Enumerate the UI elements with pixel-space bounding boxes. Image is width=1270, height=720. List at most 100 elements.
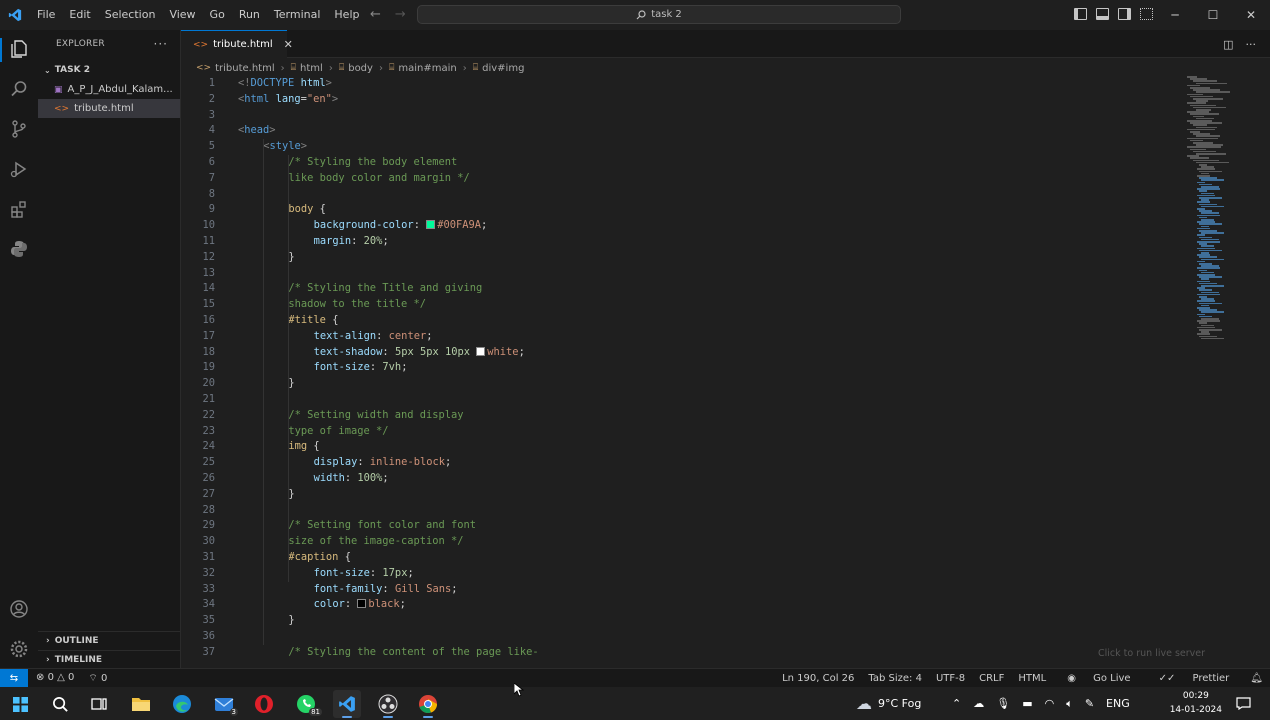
go-live-button[interactable]: ◉ Go Live bbox=[1053, 673, 1144, 684]
code-editor[interactable]: 1 <!DOCTYPE html> 2 <html lang="en"> 3 4 <head… bbox=[181, 76, 1181, 668]
wifi-icon[interactable]: ◠ bbox=[1045, 697, 1055, 710]
python-icon[interactable] bbox=[9, 239, 29, 259]
cursor-position[interactable]: Ln 190, Col 26 bbox=[775, 673, 861, 684]
code-line[interactable]: 25 display: inline-block; bbox=[181, 455, 1181, 471]
outline-section[interactable]: › OUTLINE bbox=[38, 631, 180, 650]
code-line[interactable]: 23 type of image */ bbox=[181, 424, 1181, 440]
code-line[interactable]: 30 size of the image-caption */ bbox=[181, 534, 1181, 550]
search-icon[interactable] bbox=[9, 79, 29, 99]
code-line[interactable]: 10 background-color: #00FA9A; bbox=[181, 218, 1181, 234]
code-line[interactable]: 26 width: 100%; bbox=[181, 471, 1181, 487]
breadcrumb-item[interactable]: main#main bbox=[398, 63, 456, 74]
code-line[interactable]: 8 bbox=[181, 187, 1181, 203]
file-item-tribute-html[interactable]: <> tribute.html bbox=[38, 99, 180, 118]
ports-indicator[interactable]: ⌔ 0 bbox=[88, 672, 107, 685]
breadcrumb-item[interactable]: html bbox=[300, 63, 323, 74]
code-line[interactable]: 3 bbox=[181, 108, 1181, 124]
obs-icon[interactable] bbox=[374, 690, 402, 718]
menu-edit[interactable]: Edit bbox=[62, 0, 97, 30]
code-line[interactable]: 27} bbox=[181, 487, 1181, 503]
color-swatch[interactable] bbox=[357, 599, 367, 609]
pen-icon[interactable]: ✎ bbox=[1085, 697, 1094, 710]
code-line[interactable]: 2 <html lang="en"> bbox=[181, 92, 1181, 108]
minimize-button[interactable]: ─ bbox=[1156, 0, 1194, 30]
code-line[interactable]: 28 bbox=[181, 503, 1181, 519]
menu-go[interactable]: Go bbox=[203, 0, 232, 30]
code-line[interactable]: 17 text-align: center; bbox=[181, 329, 1181, 345]
menu-view[interactable]: View bbox=[162, 0, 202, 30]
breadcrumb-item[interactable]: tribute.html bbox=[215, 63, 275, 74]
code-line[interactable]: 7 like body color and margin */ bbox=[181, 171, 1181, 187]
accounts-icon[interactable] bbox=[9, 599, 29, 619]
code-line[interactable]: 12} bbox=[181, 250, 1181, 266]
edge-browser-icon[interactable] bbox=[168, 690, 196, 718]
code-line[interactable]: 21 bbox=[181, 392, 1181, 408]
split-editor-icon[interactable]: ◫ bbox=[1223, 38, 1233, 51]
menu-file[interactable]: File bbox=[30, 0, 62, 30]
settings-gear-icon[interactable] bbox=[9, 639, 29, 659]
tab-size[interactable]: Tab Size: 4 bbox=[861, 673, 929, 684]
chevron-up-icon[interactable]: ⌃ bbox=[952, 697, 961, 710]
code-line[interactable]: 5 <style> bbox=[181, 139, 1181, 155]
code-line[interactable]: 11 margin: 20%; bbox=[181, 234, 1181, 250]
end-of-line[interactable]: CRLF bbox=[972, 673, 1011, 684]
chrome-browser-icon[interactable] bbox=[414, 690, 442, 718]
forward-arrow-icon[interactable]: → bbox=[395, 7, 406, 22]
code-line[interactable]: 19 font-size: 7vh; bbox=[181, 360, 1181, 376]
code-line[interactable]: 33 font-family: Gill Sans; bbox=[181, 582, 1181, 598]
code-line[interactable]: 35} bbox=[181, 613, 1181, 629]
onedrive-cloud-icon[interactable]: ☁ bbox=[973, 697, 984, 710]
code-line[interactable]: 24 img { bbox=[181, 439, 1181, 455]
menu-terminal[interactable]: Terminal bbox=[267, 0, 328, 30]
language-mode[interactable]: HTML bbox=[1011, 673, 1053, 684]
menu-help[interactable]: Help bbox=[327, 0, 366, 30]
tab-tribute-html[interactable]: <> tribute.html ✕ bbox=[181, 30, 293, 58]
code-line[interactable]: 37 /* Styling the content of the page lik… bbox=[181, 645, 1181, 661]
customize-layout-icon[interactable] bbox=[1140, 8, 1153, 20]
opera-browser-icon[interactable] bbox=[250, 690, 278, 718]
code-line[interactable]: 15 shadow to the title */ bbox=[181, 297, 1181, 313]
close-tab-icon[interactable]: ✕ bbox=[284, 38, 293, 51]
microphone-icon[interactable]: 🎙︎ bbox=[996, 697, 1010, 710]
breadcrumb-item[interactable]: body bbox=[348, 63, 373, 74]
notifications-bell-icon[interactable]: 🔔︎ bbox=[1243, 673, 1270, 684]
problems-indicator[interactable]: ⊗ 0 △ 0 bbox=[36, 672, 74, 685]
maximize-button[interactable]: ☐ bbox=[1194, 0, 1232, 30]
source-control-icon[interactable] bbox=[9, 119, 29, 139]
back-arrow-icon[interactable]: ← bbox=[370, 7, 381, 22]
close-window-button[interactable]: ✕ bbox=[1232, 0, 1270, 30]
menu-run[interactable]: Run bbox=[232, 0, 267, 30]
color-swatch[interactable] bbox=[426, 220, 436, 230]
windows-start-icon[interactable] bbox=[6, 690, 34, 718]
weather-widget[interactable]: ☁ 9°C Fog bbox=[856, 687, 921, 720]
extensions-icon[interactable] bbox=[9, 199, 29, 219]
code-line[interactable]: 6 /* Styling the body element bbox=[181, 155, 1181, 171]
toggle-secondary-sidebar-icon[interactable] bbox=[1118, 8, 1131, 20]
code-line[interactable]: 34 color: black; bbox=[181, 597, 1181, 613]
mail-icon[interactable]: 3 bbox=[210, 690, 238, 718]
folder-task-2[interactable]: ⌄ TASK 2 bbox=[38, 60, 180, 80]
notification-center-icon[interactable] bbox=[1236, 687, 1251, 720]
timeline-section[interactable]: › TIMELINE bbox=[38, 650, 180, 669]
code-line[interactable]: 16 #title { bbox=[181, 313, 1181, 329]
prettier-button[interactable]: ✓✓ Prettier bbox=[1145, 673, 1244, 684]
language-indicator[interactable]: ENG bbox=[1106, 697, 1130, 710]
code-line[interactable]: 18 text-shadow: 5px 5px 10px white; bbox=[181, 345, 1181, 361]
run-debug-icon[interactable] bbox=[9, 159, 29, 179]
editor-scrollbar[interactable] bbox=[1257, 76, 1270, 668]
code-line[interactable]: 1 <!DOCTYPE html> bbox=[181, 76, 1181, 92]
app-tray-icon[interactable]: ▬ bbox=[1022, 697, 1032, 710]
code-line[interactable]: 36 bbox=[181, 629, 1181, 645]
code-line[interactable]: 29 /* Setting font color and font bbox=[181, 518, 1181, 534]
code-line[interactable]: 32 font-size: 17px; bbox=[181, 566, 1181, 582]
command-center-search[interactable]: task 2 bbox=[417, 5, 901, 24]
toggle-panel-icon[interactable] bbox=[1096, 8, 1109, 20]
explorer-icon[interactable] bbox=[9, 39, 29, 59]
code-line[interactable]: 31 #caption { bbox=[181, 550, 1181, 566]
more-actions-icon[interactable]: ··· bbox=[154, 37, 168, 51]
code-line[interactable]: 14 /* Styling the Title and giving bbox=[181, 281, 1181, 297]
minimap[interactable] bbox=[1183, 76, 1253, 346]
toggle-primary-sidebar-icon[interactable] bbox=[1074, 8, 1087, 20]
more-actions-icon[interactable]: ··· bbox=[1246, 38, 1257, 51]
task-view-icon[interactable] bbox=[85, 690, 113, 718]
